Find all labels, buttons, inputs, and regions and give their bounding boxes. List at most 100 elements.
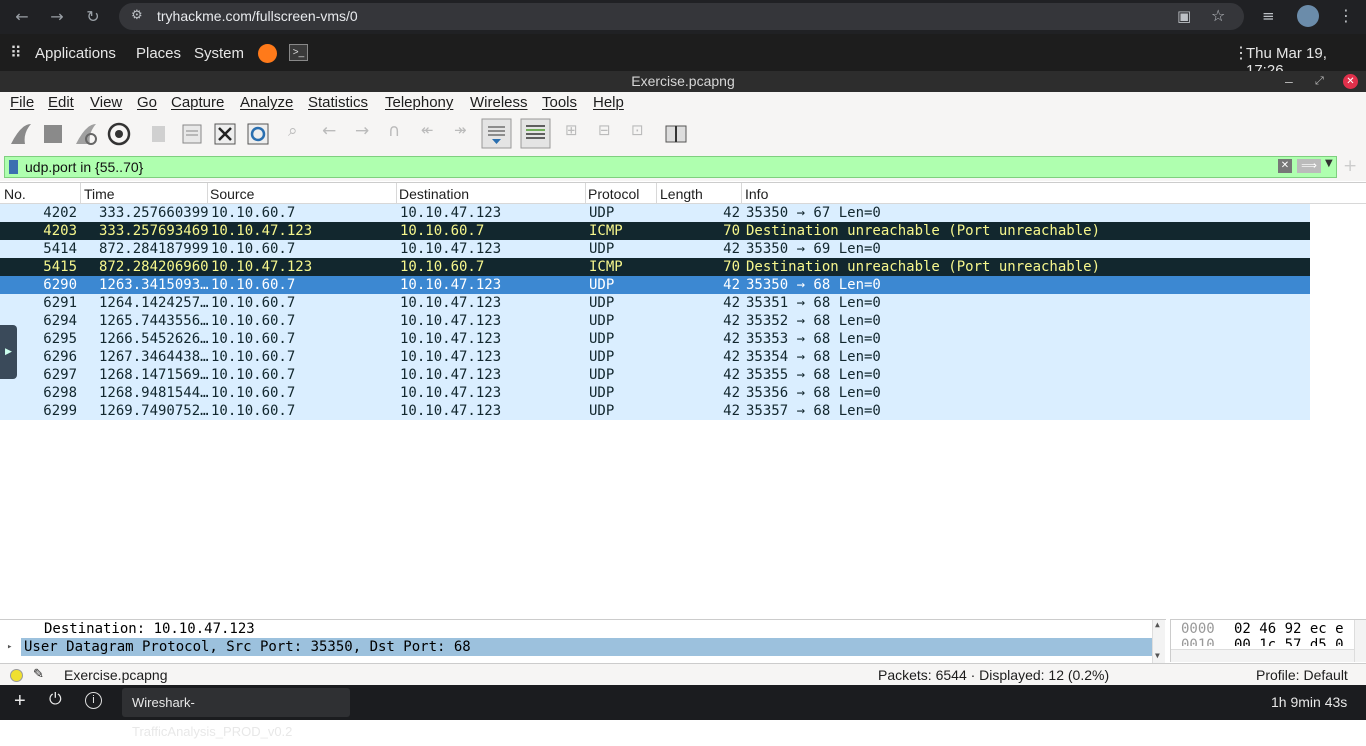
col-header-length[interactable]: Length bbox=[660, 186, 703, 202]
normal-size-icon[interactable]: ⊡ bbox=[631, 121, 657, 147]
restart-capture-icon[interactable] bbox=[73, 121, 99, 147]
media-icon[interactable]: ≡ bbox=[1262, 7, 1275, 25]
col-header-time[interactable]: Time bbox=[84, 186, 115, 202]
system-menu[interactable]: System bbox=[194, 45, 244, 62]
table-row[interactable]: 6298 1268.9481544… 10.10.60.7 10.10.47.123 U… bbox=[0, 384, 1310, 402]
close-file-icon[interactable] bbox=[212, 121, 238, 147]
table-row[interactable]: 6297 1268.1471569… 10.10.60.7 10.10.47.123 U… bbox=[0, 366, 1310, 384]
reload-file-icon[interactable] bbox=[245, 121, 271, 147]
table-row[interactable]: 6290 1263.3415093… 10.10.60.7 10.10.47.123 U… bbox=[0, 276, 1310, 294]
details-destination-line[interactable]: Destination: 10.10.47.123 bbox=[44, 620, 255, 638]
bytes-hex-1[interactable]: 02 46 92 ec e bbox=[1234, 620, 1344, 638]
table-row[interactable]: 4203 333.257693469 10.10.47.123 10.10.60.7 I… bbox=[0, 222, 1310, 240]
menu-analyze[interactable]: Analyze bbox=[240, 94, 293, 111]
cell-length: 42 bbox=[723, 367, 740, 383]
site-info-icon[interactable]: ⚙ bbox=[131, 8, 143, 23]
status-profile[interactable]: Profile: Default bbox=[1256, 667, 1348, 683]
close-icon[interactable]: ✕ bbox=[1343, 74, 1358, 89]
side-drawer-handle[interactable]: ▶ bbox=[0, 325, 17, 379]
menu-wireless[interactable]: Wireless bbox=[470, 94, 528, 111]
places-menu[interactable]: Places bbox=[136, 45, 181, 62]
back-icon[interactable]: ← bbox=[10, 5, 34, 29]
power-icon[interactable]: ⏻ bbox=[49, 691, 62, 709]
expert-info-icon[interactable] bbox=[10, 669, 23, 682]
find-packet-icon[interactable]: ⌕ bbox=[288, 121, 314, 147]
table-row[interactable]: 5415 872.284206960 10.10.47.123 10.10.60.7 I… bbox=[0, 258, 1310, 276]
table-row[interactable]: 5414 872.284187999 10.10.60.7 10.10.47.123 U… bbox=[0, 240, 1310, 258]
bytes-v-scrollbar[interactable] bbox=[1354, 620, 1366, 662]
filter-history-dropdown-icon[interactable]: ▼ bbox=[1325, 158, 1333, 169]
menu-edit[interactable]: Edit bbox=[48, 94, 74, 111]
details-scrollbar[interactable]: ▲ ▼ bbox=[1152, 620, 1165, 663]
col-header-source[interactable]: Source bbox=[210, 186, 254, 202]
table-row[interactable]: 4202 333.257660399 10.10.60.7 10.10.47.123 U… bbox=[0, 204, 1310, 222]
window-title-bar: Exercise.pcapng – ⤢ ✕ bbox=[0, 71, 1366, 92]
save-file-icon[interactable] bbox=[179, 121, 205, 147]
packet-details-pane: Destination: 10.10.47.123 ▸ User Datagra… bbox=[0, 619, 1166, 663]
col-header-destination[interactable]: Destination bbox=[399, 186, 469, 202]
menu-telephony[interactable]: Telephony bbox=[385, 94, 453, 111]
table-row[interactable]: 6299 1269.7490752… 10.10.60.7 10.10.47.123 U… bbox=[0, 402, 1310, 420]
info-icon[interactable]: i bbox=[85, 692, 102, 709]
display-filter-input[interactable]: udp.port in {55..70} ✕ ⟹ ▼ bbox=[4, 156, 1337, 178]
expand-arrow-icon[interactable]: ▸ bbox=[7, 638, 12, 656]
cell-length: 42 bbox=[723, 313, 740, 329]
maximize-icon[interactable]: ⤢ bbox=[1315, 71, 1324, 92]
cell-info: 35353 → 68 Len=0 bbox=[746, 331, 881, 347]
first-packet-icon[interactable]: ↞ bbox=[421, 121, 447, 147]
capture-options-icon[interactable] bbox=[106, 121, 132, 147]
autoscroll-icon[interactable] bbox=[481, 118, 512, 149]
terminal-icon[interactable]: >_ bbox=[289, 44, 308, 61]
cell-length: 70 bbox=[723, 223, 740, 239]
kebab-menu-icon[interactable]: ⋮ bbox=[1338, 6, 1354, 25]
bytes-h-scrollbar[interactable] bbox=[1171, 649, 1354, 662]
table-row[interactable]: 6294 1265.7443556… 10.10.60.7 10.10.47.123 U… bbox=[0, 312, 1310, 330]
star-icon[interactable]: ☆ bbox=[1211, 6, 1225, 25]
open-file-icon[interactable] bbox=[146, 121, 172, 147]
forward-icon[interactable]: → bbox=[45, 5, 69, 29]
col-header-no[interactable]: No. bbox=[4, 186, 26, 202]
menu-statistics[interactable]: Statistics bbox=[308, 94, 368, 111]
go-forward-icon[interactable]: → bbox=[355, 121, 381, 147]
add-icon[interactable]: + bbox=[14, 690, 26, 713]
display-filter-bar: udp.port in {55..70} ✕ ⟹ ▼ + bbox=[0, 153, 1366, 181]
last-packet-icon[interactable]: ↠ bbox=[454, 121, 480, 147]
colorize-icon[interactable] bbox=[520, 118, 551, 149]
clipboard-icon[interactable]: ▣ bbox=[1177, 7, 1191, 25]
zoom-in-icon[interactable]: ⊞ bbox=[565, 121, 591, 147]
col-header-info[interactable]: Info bbox=[745, 186, 768, 202]
menu-help[interactable]: Help bbox=[593, 94, 624, 111]
menu-go[interactable]: Go bbox=[137, 94, 157, 111]
taskbar-window-item[interactable]: Wireshark-TrafficAnalysis_PROD_v0.2 bbox=[122, 688, 350, 739]
window-title: Exercise.pcapng bbox=[631, 73, 735, 89]
col-header-protocol[interactable]: Protocol bbox=[588, 186, 639, 202]
stop-capture-icon[interactable] bbox=[40, 121, 66, 147]
shark-fin-start-icon[interactable] bbox=[8, 121, 34, 147]
zoom-out-icon[interactable]: ⊟ bbox=[598, 121, 624, 147]
table-row[interactable]: 6295 1266.5452626… 10.10.60.7 10.10.47.123 U… bbox=[0, 330, 1310, 348]
details-udp-line[interactable]: User Datagram Protocol, Src Port: 35350,… bbox=[21, 638, 1152, 656]
menu-file[interactable]: File bbox=[10, 94, 34, 111]
address-bar[interactable]: ⚙ tryhackme.com/fullscreen-vms/0 ▣ ☆ bbox=[119, 3, 1244, 30]
reload-icon[interactable]: ↻ bbox=[81, 5, 105, 29]
apps-grid-icon[interactable]: ⠿ bbox=[10, 43, 22, 63]
firefox-icon[interactable] bbox=[258, 44, 277, 63]
menu-capture[interactable]: Capture bbox=[171, 94, 224, 111]
cell-info: 35355 → 68 Len=0 bbox=[746, 367, 881, 383]
table-row[interactable]: 6296 1267.3464438… 10.10.60.7 10.10.47.123 U… bbox=[0, 348, 1310, 366]
clear-filter-icon[interactable]: ✕ bbox=[1278, 159, 1292, 173]
go-to-packet-icon[interactable]: ∩ bbox=[388, 121, 414, 147]
minimize-icon[interactable]: – bbox=[1285, 71, 1293, 92]
apply-filter-icon[interactable]: ⟹ bbox=[1297, 159, 1321, 173]
table-row[interactable]: 6291 1264.1424257… 10.10.60.7 10.10.47.123 U… bbox=[0, 294, 1310, 312]
bookmark-icon[interactable] bbox=[9, 160, 18, 174]
add-filter-button-icon[interactable]: + bbox=[1343, 156, 1357, 176]
go-back-icon[interactable]: ← bbox=[322, 121, 348, 147]
cell-length: 42 bbox=[723, 331, 740, 347]
capture-comment-icon[interactable]: ✎ bbox=[33, 666, 44, 682]
applications-menu[interactable]: Applications bbox=[35, 45, 116, 62]
menu-tools[interactable]: Tools bbox=[542, 94, 577, 111]
resize-columns-icon[interactable] bbox=[663, 121, 689, 147]
profile-avatar[interactable] bbox=[1297, 5, 1319, 27]
menu-view[interactable]: View bbox=[90, 94, 122, 111]
